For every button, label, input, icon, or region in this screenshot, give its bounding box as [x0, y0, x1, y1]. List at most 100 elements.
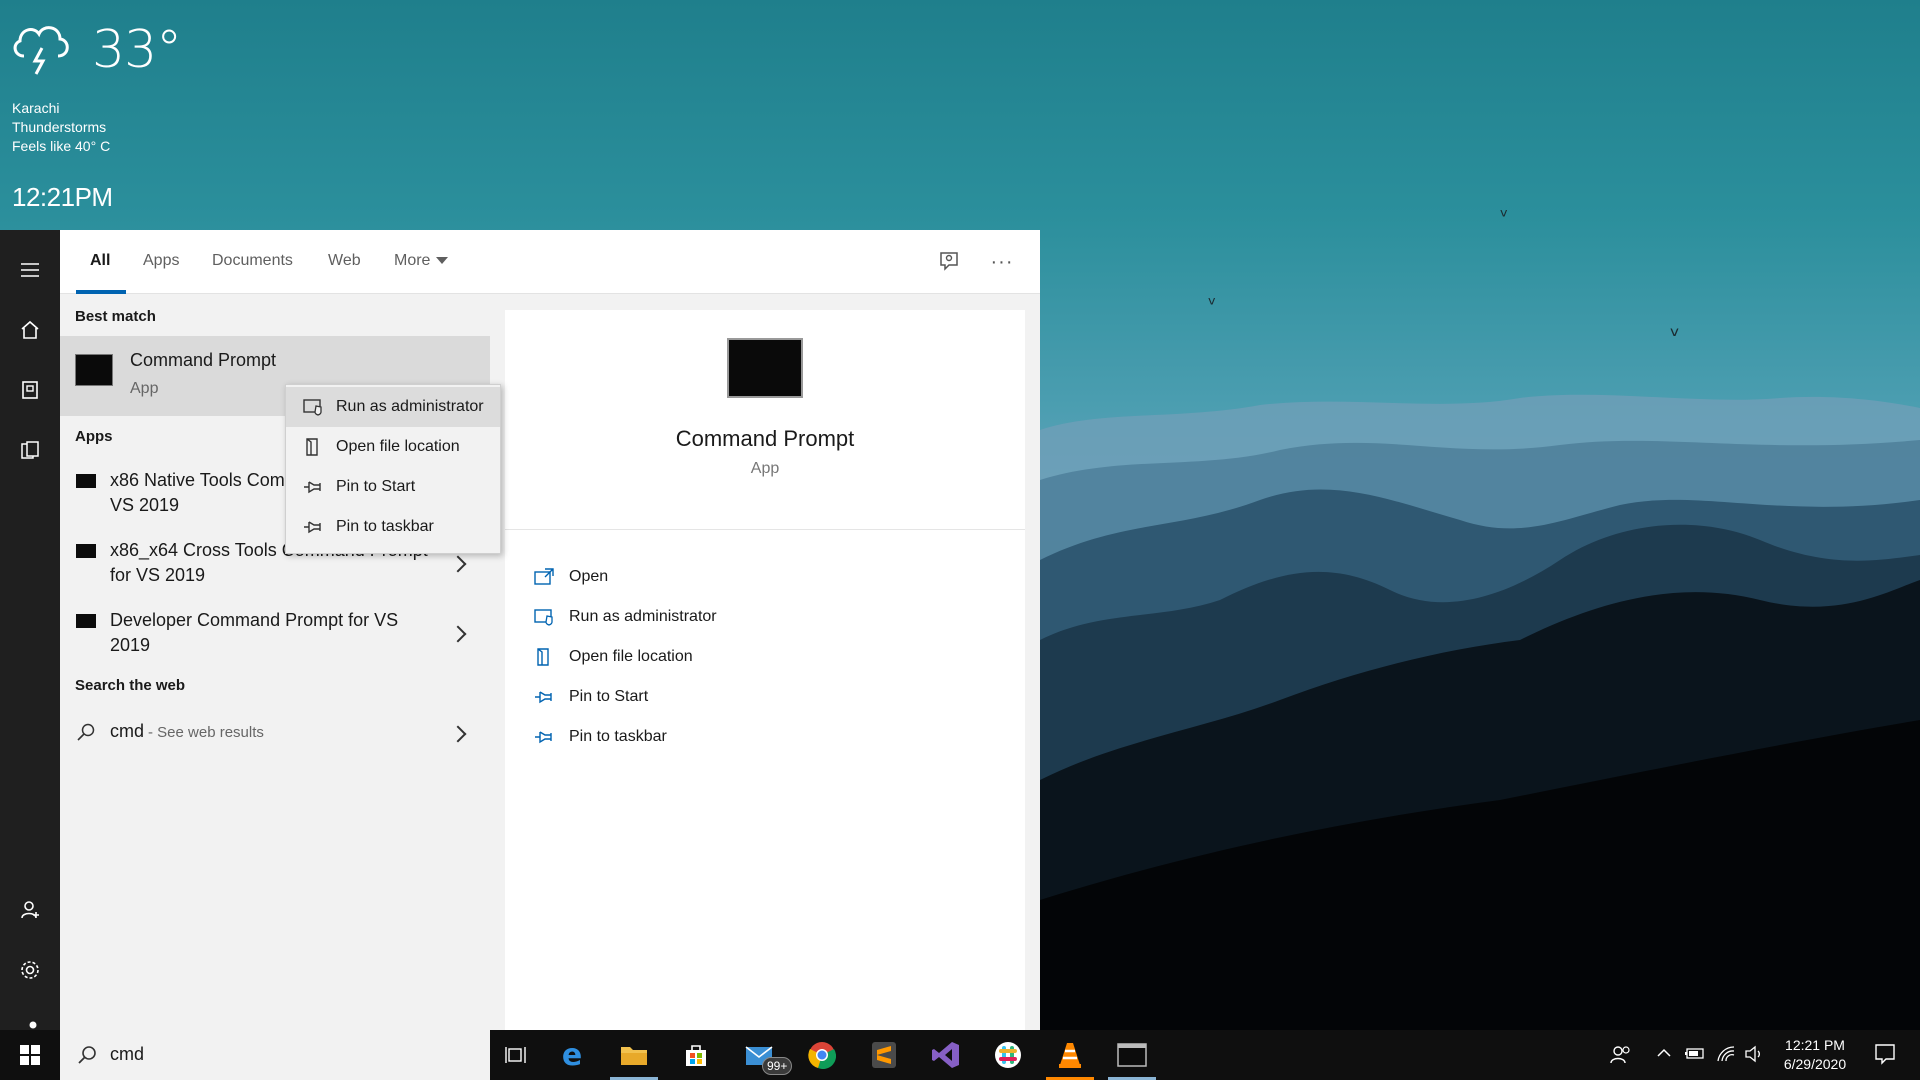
chrome-icon	[808, 1042, 836, 1069]
chrome-taskbar-button[interactable]	[806, 1039, 838, 1071]
best-match-heading: Best match	[75, 308, 156, 325]
preview-action-label: Pin to taskbar	[569, 728, 667, 745]
people-icon	[1610, 1046, 1630, 1064]
task-view-button[interactable]	[500, 1039, 532, 1071]
more-options-button[interactable]: ···	[988, 248, 1016, 276]
visual-studio-taskbar-button[interactable]	[930, 1039, 962, 1071]
taskbar-clock[interactable]: 12:21 PM 6/29/2020	[1775, 1036, 1855, 1074]
tab-more-label: More	[394, 252, 431, 269]
wifi-icon	[1717, 1046, 1735, 1062]
store-taskbar-button[interactable]	[680, 1039, 712, 1071]
preview-action-label: Run as administrator	[569, 608, 717, 625]
taskbar: e 99+ 12:21 PM 6/29/2020	[490, 1030, 1920, 1080]
file-explorer-taskbar-button[interactable]	[618, 1039, 650, 1071]
console-icon	[76, 474, 96, 488]
weather-condition: Thunderstorms	[12, 119, 107, 135]
people-button[interactable]	[1610, 1045, 1632, 1068]
network-button[interactable]	[1716, 1045, 1736, 1066]
mail-taskbar-button[interactable]: 99+	[744, 1039, 793, 1075]
preview-subtitle: App	[750, 460, 780, 477]
search-panel: All Apps Documents Web More ··· Best mat…	[60, 230, 1040, 1030]
preview-card: Command Prompt App Open Run as administr…	[505, 310, 1025, 1030]
taskbar-search-box[interactable]: cmd	[60, 1030, 490, 1080]
folder-location-icon	[537, 648, 549, 666]
console-icon	[76, 544, 96, 558]
speaker-icon	[1745, 1045, 1760, 1063]
caret-down-icon	[436, 257, 449, 265]
app-title: Developer Command Prompt for VS 2019	[110, 610, 399, 655]
battery-button[interactable]	[1684, 1045, 1706, 1064]
slack-icon	[995, 1042, 1021, 1068]
battery-icon	[1685, 1048, 1704, 1059]
folder-icon	[621, 1047, 647, 1065]
search-input[interactable]: cmd	[110, 1044, 144, 1065]
hamburger-menu-button[interactable]	[0, 246, 60, 294]
feedback-person-icon	[940, 252, 958, 271]
tab-documents[interactable]: Documents	[212, 252, 293, 270]
sublime-text-icon	[872, 1042, 896, 1068]
chevron-up-icon	[1657, 1048, 1671, 1057]
ctx-pin-to-taskbar[interactable]: Pin to taskbar	[286, 507, 500, 547]
bird-silhouette: ᵛ	[1208, 292, 1217, 316]
list-item[interactable]: Developer Command Prompt for VS 2019	[60, 606, 490, 672]
preview-pin-start-action[interactable]: Pin to Start	[533, 682, 648, 712]
vlc-icon	[1059, 1043, 1081, 1068]
preview-run-admin-action[interactable]: Run as administrator	[533, 602, 717, 632]
preview-pin-taskbar-action[interactable]: Pin to taskbar	[533, 722, 667, 752]
taskbar-date: 6/29/2020	[1783, 1056, 1847, 1072]
home-button[interactable]	[0, 306, 60, 354]
task-view-icon	[505, 1047, 526, 1063]
pin-icon	[304, 521, 321, 534]
search-web-heading: Search the web	[75, 677, 186, 694]
tab-web[interactable]: Web	[328, 252, 361, 270]
feedback-hub-button[interactable]	[935, 248, 963, 276]
preview-open-action[interactable]: Open	[533, 562, 608, 592]
bird-silhouette: ᵛ	[1670, 322, 1681, 350]
chevron-right-icon[interactable]	[449, 625, 467, 643]
volume-button[interactable]	[1744, 1045, 1764, 1066]
ctx-run-as-administrator[interactable]: Run as administrator	[286, 387, 500, 427]
search-tabs: All Apps Documents Web More ···	[60, 230, 1040, 294]
tab-all[interactable]: All	[90, 252, 110, 270]
show-hidden-icons-button[interactable]	[1656, 1045, 1672, 1064]
taskbar-time: 12:21 PM	[1785, 1037, 1845, 1053]
edge-taskbar-button[interactable]: e	[556, 1038, 588, 1073]
action-center-button[interactable]	[1874, 1043, 1896, 1068]
preview-action-label: Open file location	[569, 648, 693, 665]
web-search-item[interactable]: cmd - See web results	[60, 714, 490, 754]
chevron-right-icon[interactable]	[449, 555, 467, 573]
weather-widget[interactable]: 33° Karachi Thunderstorms Feels like 40°…	[8, 14, 182, 213]
sublime-taskbar-button[interactable]	[868, 1039, 900, 1071]
shield-icon	[534, 609, 553, 626]
cmd-taskbar-button[interactable]	[1116, 1039, 1148, 1071]
vlc-taskbar-button[interactable]	[1054, 1039, 1086, 1071]
chevron-right-icon[interactable]	[449, 725, 467, 743]
web-suffix: - See web results	[148, 724, 264, 741]
documents-button[interactable]	[0, 426, 60, 474]
ctx-label: Pin to Start	[336, 478, 416, 495]
tab-apps[interactable]: Apps	[143, 252, 179, 270]
preview-action-label: Open	[569, 568, 609, 585]
tab-more[interactable]: More	[394, 252, 449, 270]
slack-taskbar-button[interactable]	[992, 1039, 1024, 1071]
preview-action-label: Pin to Start	[569, 688, 649, 705]
best-match-subtitle: App	[130, 380, 159, 397]
account-button[interactable]	[0, 886, 60, 934]
ctx-pin-to-start[interactable]: Pin to Start	[286, 467, 500, 507]
settings-button[interactable]	[0, 946, 60, 994]
preview-header: Command Prompt App	[505, 310, 1025, 530]
command-prompt-icon	[75, 354, 113, 386]
start-button[interactable]	[0, 1030, 60, 1080]
notebook-button[interactable]	[0, 366, 60, 414]
documents-icon	[21, 441, 39, 459]
pin-icon	[304, 481, 321, 494]
ctx-open-file-location[interactable]: Open file location	[286, 427, 500, 467]
open-icon	[534, 568, 554, 585]
ctx-label: Open file location	[336, 438, 460, 455]
context-menu: Run as administrator Open file location …	[285, 384, 501, 554]
user-icon	[21, 901, 39, 919]
pin-icon	[535, 691, 552, 704]
home-icon	[21, 320, 39, 339]
web-query: cmd	[110, 721, 145, 741]
preview-open-location-action[interactable]: Open file location	[533, 642, 693, 672]
